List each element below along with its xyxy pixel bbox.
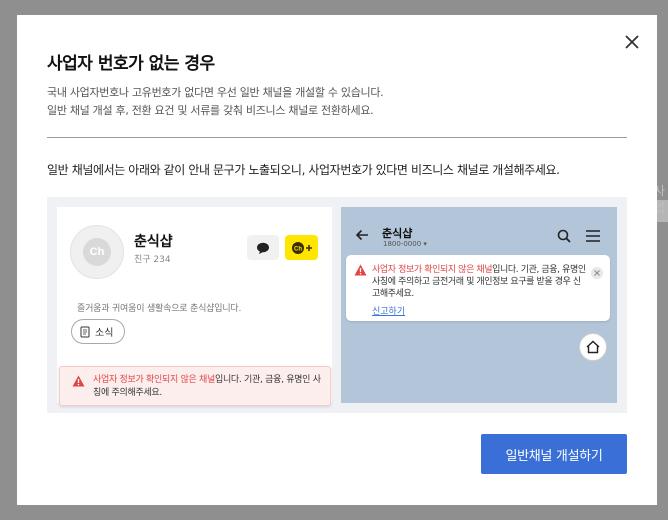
close-icon (625, 35, 639, 49)
news-button: 소식 (71, 319, 126, 344)
close-button[interactable] (622, 32, 642, 52)
search-icon (557, 229, 571, 243)
dialog-title: 사업자 번호가 없는 경우 (47, 54, 215, 74)
dialog-description-line2: 일반 채널 개설 후, 전환 요건 및 서류를 갖춰 비즈니스 채널로 전환하세… (47, 104, 374, 117)
chatroom-warning-banner: 사업자 정보가 확인되지 않은 채널입니다. 기관, 금융, 유명인 사칭에 주… (346, 255, 610, 321)
add-channel-button: Ch (285, 235, 318, 260)
warning-highlight: 사업자 정보가 확인되지 않은 채널 (372, 265, 493, 275)
warning-icon (72, 375, 85, 387)
news-label: 소식 (95, 328, 114, 339)
no-business-number-dialog: 사업자 번호가 없는 경우 국내 사업자번호나 고유번호가 없다면 우선 일반 … (17, 15, 657, 505)
back-arrow-icon (355, 229, 368, 241)
home-icon (586, 340, 600, 354)
create-general-channel-button[interactable]: 일반채널 개설하기 (481, 434, 627, 474)
profile-card-preview: Ch 춘식샵 친구 234 Ch 즐거움과 귀여움이 생활속으로 춘식샵입니다. (57, 207, 332, 406)
chatroom-warning-text: 사업자 정보가 확인되지 않은 채널입니다. 기관, 금융, 유명인 사칭에 주… (372, 264, 586, 300)
report-link: 신고하기 (372, 307, 406, 317)
warning-highlight: 사업자 정보가 확인되지 않은 채널 (93, 375, 215, 385)
menu-icon (586, 230, 600, 242)
dialog-description-line1: 국내 사업자번호나 고유번호가 없다면 우선 일반 채널을 개설할 수 있습니다… (47, 86, 384, 99)
notice-text: 일반 채널에서는 아래와 같이 안내 문구가 노출되오니, 사업자번호가 있다면… (47, 163, 560, 177)
chat-bubble-icon (257, 242, 269, 254)
friend-count: 친구 234 (134, 255, 171, 265)
channel-intro: 즐거움과 귀여움이 생활속으로 춘식샵입니다. (77, 304, 242, 314)
chatroom-phone: 1800-0000 ▾ (383, 240, 427, 248)
profile-warning-text: 사업자 정보가 확인되지 않은 채널입니다. 기관, 금융, 유명인 사칭에 주… (93, 374, 325, 400)
chat-button (247, 235, 279, 260)
divider (47, 137, 627, 138)
warning-icon (354, 264, 367, 276)
chatroom-channel-name: 춘식샵 (382, 227, 413, 240)
channel-avatar-icon: Ch (83, 238, 111, 266)
channel-name: 춘식샵 (134, 234, 173, 250)
chatroom-preview: 춘식샵 1800-0000 ▾ 사업자 정보가 확인되지 않은 채널입니다. 기… (341, 207, 617, 403)
svg-text:Ch: Ch (294, 246, 302, 252)
avatar: Ch (70, 225, 124, 279)
warning-close-button (591, 267, 603, 279)
profile-warning-banner: 사업자 정보가 확인되지 않은 채널입니다. 기관, 금융, 유명인 사칭에 주… (59, 366, 331, 406)
preview-area: Ch 춘식샵 친구 234 Ch 즐거움과 귀여움이 생활속으로 춘식샵입니다. (47, 197, 627, 413)
channel-add-icon: Ch (291, 241, 312, 254)
close-icon (594, 270, 600, 276)
document-icon (80, 326, 90, 337)
home-button (579, 333, 607, 361)
